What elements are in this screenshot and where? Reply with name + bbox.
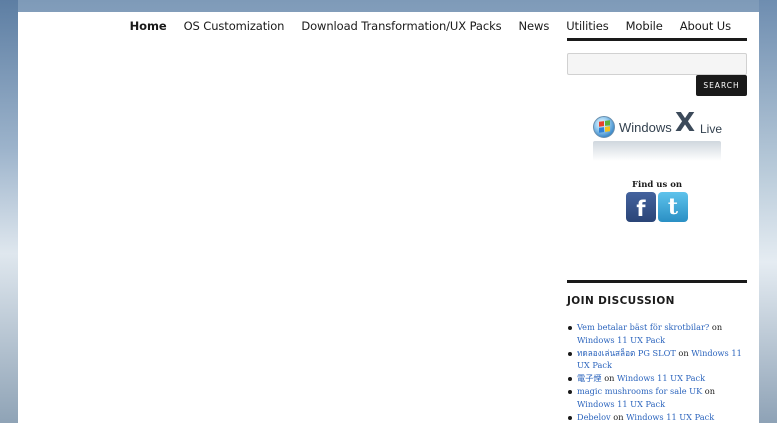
nav-item-utilities[interactable]: Utilities: [566, 19, 608, 33]
nav-item-os-customization[interactable]: OS Customization: [184, 19, 285, 33]
page: Home OS Customization Download Transform…: [18, 12, 759, 423]
comment-author-link[interactable]: Debelov: [577, 412, 611, 422]
search-button[interactable]: Search: [696, 75, 747, 96]
list-item: ทดลองเล่นสล็อต PG SLOT on Windows 11 UX …: [567, 347, 747, 373]
social-links: f t: [567, 192, 747, 222]
facebook-glyph: f: [636, 197, 646, 221]
facebook-icon[interactable]: f: [626, 192, 656, 222]
comment-post-link[interactable]: Windows 11 UX Pack: [617, 373, 705, 383]
nav-item-home[interactable]: Home: [130, 19, 167, 33]
logo-windows-text: Windows: [619, 120, 672, 135]
search-input[interactable]: [567, 53, 747, 75]
nav-item-news[interactable]: News: [519, 19, 550, 33]
logo-live-text: Live: [700, 122, 723, 136]
list-item: magic mushrooms for sale UK on Windows 1…: [567, 385, 747, 411]
search-widget: Search: [567, 53, 747, 98]
comment-post-link[interactable]: Windows 11 UX Pack: [577, 335, 665, 345]
join-discussion-heading: JOIN DISCUSSION: [567, 295, 675, 307]
comment-author-link[interactable]: 電子煙: [577, 373, 602, 383]
windows-x-live-logo[interactable]: Windows X Live: [587, 108, 727, 168]
comment-on-text: on: [604, 373, 615, 384]
find-us-label: Find us on: [631, 180, 683, 190]
logo-x-text: X: [675, 108, 696, 138]
backdrop-right: [759, 0, 777, 423]
windows-flag-icon: [599, 120, 610, 133]
sidebar-top-rule: [567, 38, 747, 41]
sidebar: Search Windows X Live Find us on f t JOI…: [567, 38, 747, 423]
comment-author-link[interactable]: Vem betalar bäst för skrotbilar?: [577, 322, 709, 332]
recent-comments-list: Vem betalar bäst för skrotbilar? on Wind…: [567, 321, 747, 423]
nav-item-mobile[interactable]: Mobile: [626, 19, 663, 33]
main-nav: Home OS Customization Download Transform…: [18, 12, 759, 40]
nav-item-about-us[interactable]: About Us: [680, 19, 731, 33]
comment-on-text: on: [711, 322, 723, 332]
nav-item-download-packs[interactable]: Download Transformation/UX Packs: [301, 19, 501, 33]
comment-post-link[interactable]: Windows 11 UX Pack: [626, 412, 714, 422]
logo-reflection: [593, 141, 721, 161]
comment-on-text: on: [678, 347, 689, 358]
comment-author-link[interactable]: ทดลองเล่นสล็อต PG SLOT: [577, 348, 676, 358]
list-item: Vem betalar bäst för skrotbilar? on Wind…: [567, 321, 747, 347]
twitter-icon[interactable]: t: [658, 192, 688, 222]
sidebar-section-rule: [567, 280, 747, 283]
comment-on-text: on: [704, 385, 715, 396]
list-item: Debelov on Windows 11 UX Pack: [567, 411, 747, 423]
comment-post-link[interactable]: Windows 11 UX Pack: [577, 399, 665, 409]
comment-on-text: on: [613, 411, 624, 422]
comment-author-link[interactable]: magic mushrooms for sale UK: [577, 386, 702, 396]
list-item: 電子煙 on Windows 11 UX Pack: [567, 372, 747, 385]
twitter-glyph: t: [667, 194, 679, 220]
backdrop-left: [0, 0, 18, 423]
